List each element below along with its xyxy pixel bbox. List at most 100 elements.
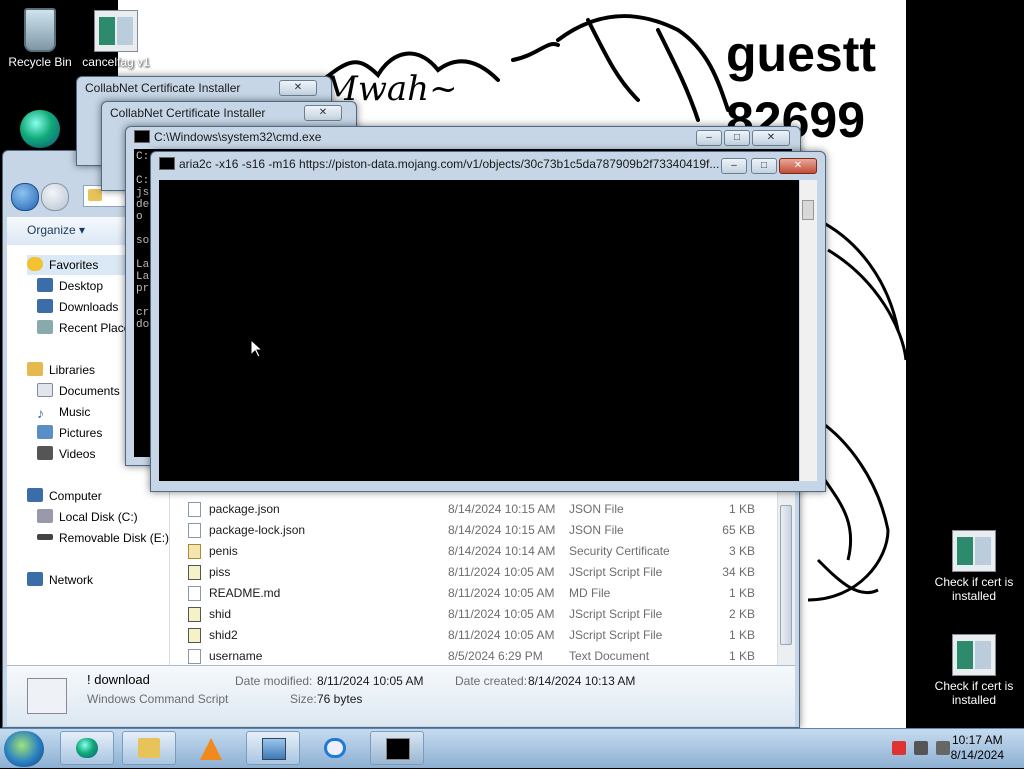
details-created-label: Date created: — [455, 674, 528, 688]
taskbar-vlc[interactable] — [184, 731, 238, 765]
forward-button[interactable] — [41, 183, 69, 211]
file-type: JScript Script File — [569, 607, 663, 621]
file-name: package-lock.json — [209, 523, 306, 537]
file-icon — [188, 502, 201, 517]
file-date: 8/11/2024 10:05 AM — [448, 628, 555, 642]
nav-local-disk[interactable]: Local Disk (C:) — [37, 507, 138, 527]
minimize-button[interactable]: – — [721, 158, 747, 174]
cmd-icon — [386, 738, 410, 760]
nav-label: Downloads — [59, 300, 119, 314]
certificate-icon — [188, 544, 201, 559]
nav-favorites[interactable]: Favorites — [27, 255, 127, 275]
file-row-piss[interactable]: piss 8/11/2024 10:05 AM JScript Script F… — [182, 562, 772, 583]
file-name: shid — [209, 607, 232, 621]
check-cert-shortcut-1[interactable]: Check if cert is installed — [934, 530, 1014, 603]
file-size: 1 KB — [728, 502, 755, 516]
taskbar-internet-explorer[interactable] — [308, 731, 362, 765]
check-cert-label-2: Check if cert is installed — [934, 679, 1014, 707]
minimize-button[interactable]: – — [696, 130, 722, 146]
nav-label: Desktop — [59, 279, 104, 293]
file-row-penis[interactable]: penis 8/14/2024 10:14 AM Security Certif… — [182, 541, 772, 562]
file-date: 8/5/2024 6:29 PM — [448, 649, 543, 663]
nav-libraries[interactable]: Libraries — [27, 360, 95, 380]
organize-label: Organize — [27, 223, 76, 237]
script-icon — [188, 628, 201, 643]
file-type: JSON File — [569, 523, 624, 537]
file-size: 2 KB — [728, 607, 755, 621]
nav-documents[interactable]: Documents — [37, 381, 120, 401]
nav-desktop[interactable]: Desktop — [37, 276, 103, 296]
aria2c-window[interactable]: aria2c -x16 -s16 -m16 https://piston-dat… — [150, 151, 826, 492]
window-title: aria2c -x16 -s16 -m16 https://piston-dat… — [159, 157, 719, 175]
back-button[interactable] — [11, 183, 39, 211]
close-button[interactable]: ✕ — [304, 105, 342, 121]
nav-pictures[interactable]: Pictures — [37, 423, 102, 443]
taskbar-remote-desktop[interactable] — [246, 731, 300, 765]
details-modified-label: Date modified: — [235, 674, 313, 688]
file-row-shid[interactable]: shid 8/11/2024 10:05 AM JScript Script F… — [182, 604, 772, 625]
system-tray: 10:17 AM 8/14/2024 — [874, 729, 1024, 769]
nav-computer[interactable]: Computer — [27, 486, 102, 506]
nav-recent-places[interactable]: Recent Place — [37, 318, 130, 338]
file-size: 65 KB — [722, 523, 755, 537]
videos-icon — [37, 446, 53, 460]
check-cert-shortcut-2[interactable]: Check if cert is installed — [934, 634, 1014, 707]
nav-label: Music — [59, 405, 91, 419]
nav-label: Network — [49, 573, 94, 587]
folder-icon — [88, 189, 102, 201]
remote-desktop-icon — [262, 738, 286, 760]
browser-shortcut[interactable] — [16, 110, 64, 151]
vlc-cone-icon — [200, 738, 222, 760]
clock[interactable]: 10:17 AM 8/14/2024 — [951, 733, 1004, 763]
gear-script-icon — [27, 678, 67, 714]
file-list-scrollbar[interactable] — [777, 491, 795, 667]
taskbar-cmd[interactable] — [370, 731, 424, 765]
pictures-icon — [37, 425, 53, 439]
nav-downloads[interactable]: Downloads — [37, 297, 118, 317]
nav-music[interactable]: ♪ Music — [37, 402, 90, 422]
clock-date: 8/14/2024 — [950, 748, 1004, 762]
taskbar-explorer[interactable] — [122, 731, 176, 765]
usb-drive-icon — [37, 534, 53, 540]
nav-removable-disk[interactable]: Removable Disk (E:) — [37, 528, 169, 548]
nav-videos[interactable]: Videos — [37, 444, 95, 464]
close-button[interactable]: ✕ — [779, 158, 817, 174]
file-type: JSON File — [569, 502, 624, 516]
scrollbar-thumb[interactable] — [780, 505, 792, 645]
scrollbar-thumb[interactable] — [802, 200, 814, 220]
libraries-icon — [27, 362, 43, 376]
file-date: 8/11/2024 10:05 AM — [448, 565, 555, 579]
recycle-bin-icon[interactable]: Recycle Bin — [0, 8, 80, 69]
action-center-icon[interactable] — [892, 741, 906, 755]
volume-muted-icon[interactable] — [936, 741, 950, 755]
close-button[interactable]: ✕ — [752, 130, 790, 146]
maximize-button[interactable]: □ — [751, 158, 777, 174]
file-size: 34 KB — [722, 565, 755, 579]
aria-title: aria2c -x16 -s16 -m16 https://piston-dat… — [179, 157, 719, 171]
file-icon — [188, 523, 201, 538]
aria-console-output[interactable] — [159, 180, 799, 481]
globe-icon — [76, 738, 98, 758]
organize-menu[interactable]: Organize ▾ — [27, 223, 85, 237]
internet-explorer-icon — [324, 738, 346, 758]
file-name: username — [209, 649, 263, 663]
details-size-label: Size: — [290, 692, 317, 706]
app-icon — [94, 10, 138, 52]
start-button[interactable] — [4, 731, 44, 767]
cancelfag-shortcut[interactable]: cancelfag v1 — [76, 10, 156, 69]
file-type: JScript Script File — [569, 628, 663, 642]
maximize-button[interactable]: □ — [724, 130, 750, 146]
file-row-package-lock[interactable]: package-lock.json 8/14/2024 10:15 AM JSO… — [182, 520, 772, 541]
file-row-readme[interactable]: README.md 8/11/2024 10:05 AM MD File 1 K… — [182, 583, 772, 604]
taskbar-browser[interactable] — [60, 731, 114, 765]
console-scrollbar[interactable] — [800, 180, 817, 481]
file-row-package-json[interactable]: package.json 8/14/2024 10:15 AM JSON Fil… — [182, 499, 772, 520]
app-icon — [952, 530, 996, 572]
close-button[interactable]: ✕ — [279, 80, 317, 96]
network-icon[interactable] — [914, 741, 928, 755]
nav-network[interactable]: Network — [27, 570, 93, 590]
file-row-username[interactable]: username 8/5/2024 6:29 PM Text Document … — [182, 646, 772, 667]
file-name: penis — [209, 544, 238, 558]
nav-label: Favorites — [49, 258, 99, 272]
file-row-shid2[interactable]: shid2 8/11/2024 10:05 AM JScript Script … — [182, 625, 772, 646]
